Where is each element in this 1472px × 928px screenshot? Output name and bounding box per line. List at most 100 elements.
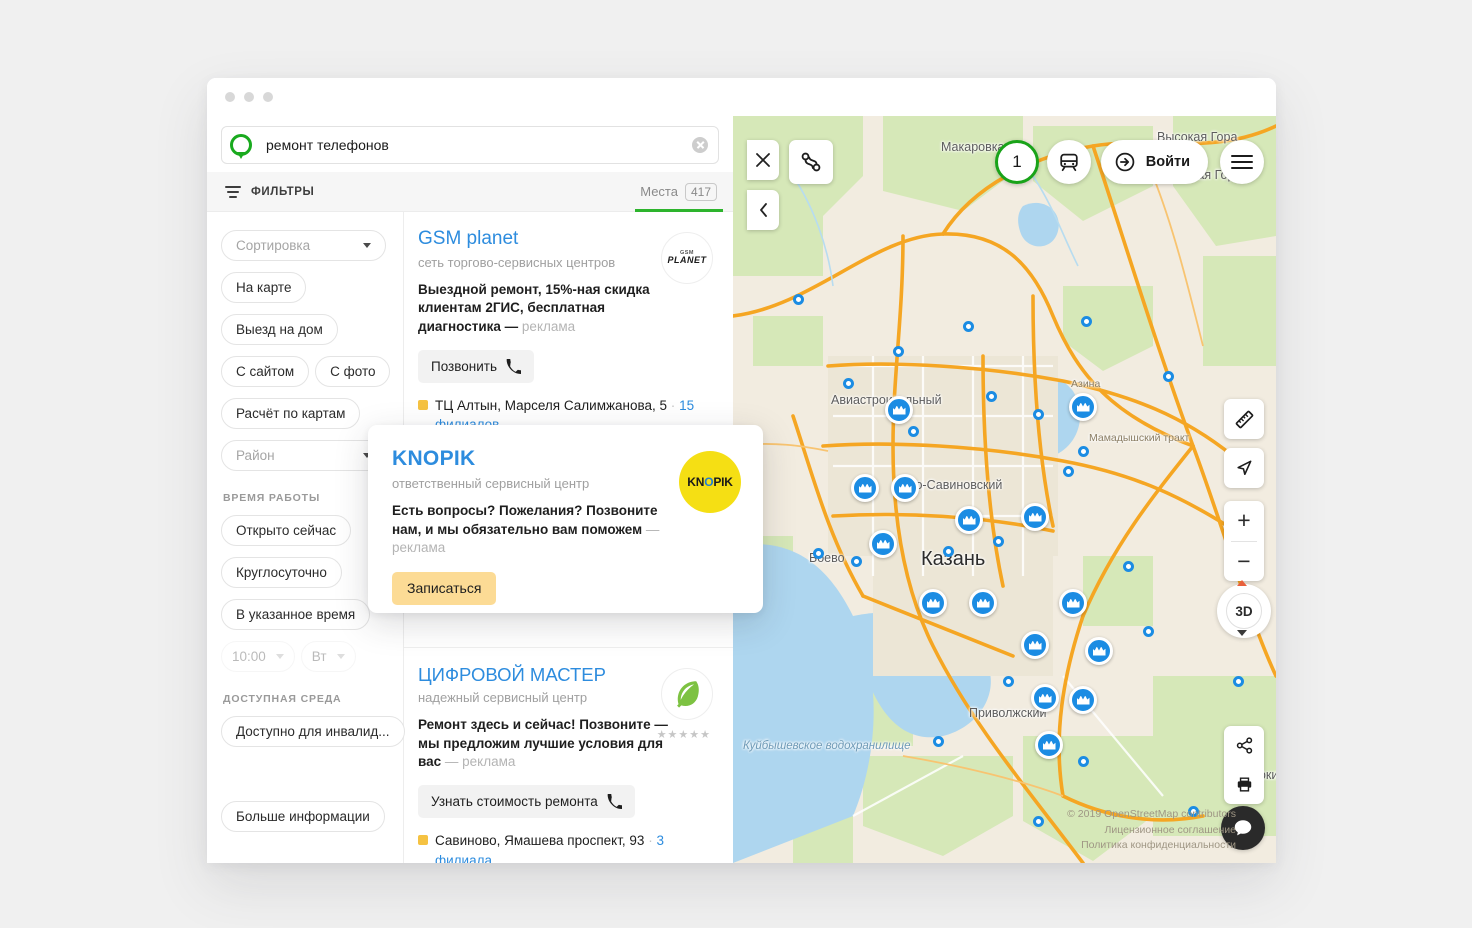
map-pin[interactable] [1085,637,1113,665]
call-button[interactable]: Позвонить [418,349,534,383]
filter-chip-specific-time[interactable]: В указанное время [221,599,371,630]
zoom-out-button[interactable]: − [1224,542,1264,582]
zoom-controls[interactable]: + − [1224,501,1264,581]
map-area[interactable]: МакаровкаВысокая ГораВысокая ГораАвиастр… [733,116,1276,863]
search-bar[interactable]: ремонт телефонов [221,126,719,164]
attribution-line[interactable]: © 2019 OpenStreetMap contributors [1067,807,1236,822]
map-label: Макаровка [941,140,1005,154]
tilt-down-icon[interactable] [1237,630,1247,636]
filter-chip-accessible[interactable]: Доступно для инвалид... [221,716,405,747]
transit-button[interactable] [1047,140,1091,184]
ruler-icon [1235,410,1253,428]
map-dot-pin[interactable] [1078,756,1089,767]
district-select-label: Район [236,448,275,463]
filters-toggle[interactable]: ФИЛЬТРЫ [225,185,314,198]
map-dot-pin[interactable] [843,378,854,389]
tab-places[interactable]: Места 417 [640,182,723,201]
zoom-in-button[interactable]: + [1224,501,1264,541]
address-marker-icon [418,399,428,410]
result-address[interactable]: Савиново, Ямашева проспект, 93 [435,833,644,848]
map-attribution: © 2019 OpenStreetMap contributors Лицензи… [1067,807,1236,853]
map-dot-pin[interactable] [1081,316,1092,327]
crown-icon [1043,741,1056,750]
time-select[interactable]: 10:00 [221,641,295,672]
more-info-button[interactable]: Больше информации [221,801,385,832]
3d-mode-button[interactable]: 3D [1226,593,1262,629]
print-button[interactable] [1235,765,1254,804]
filter-chip-home-visit[interactable]: Выезд на дом [221,314,338,345]
share-button[interactable] [1235,726,1254,765]
map-dot-pin[interactable] [943,546,954,557]
filter-chip-card-payment[interactable]: Расчёт по картам [221,398,361,429]
attribution-line[interactable]: Политика конфиденциальности [1067,838,1236,853]
map-dot-pin[interactable] [1163,371,1174,382]
attribution-line[interactable]: Лицензионное соглашение [1067,823,1236,838]
map-dot-pin[interactable] [963,321,974,332]
map-pin[interactable] [1069,393,1097,421]
map-dot-pin[interactable] [793,294,804,305]
map-pin[interactable] [1069,686,1097,714]
map-pin[interactable] [869,530,897,558]
knopik-book-button[interactable]: Записаться [392,572,497,606]
filter-chip-open-now[interactable]: Открыто сейчас [221,515,352,546]
chevron-down-icon [336,654,345,659]
day-select[interactable]: Вт [300,641,356,672]
map-pin[interactable] [919,589,947,617]
map-pin[interactable] [885,396,913,424]
knopik-promo-card[interactable]: KNOPIK ответственный сервисный центр Ест… [368,425,763,613]
map-pin[interactable] [1059,589,1087,617]
ad-tag: — реклама [444,754,516,770]
search-input[interactable]: ремонт телефонов [266,137,692,153]
map-dot-pin[interactable] [893,346,904,357]
map-dot-pin[interactable] [1233,676,1244,687]
map-dot-pin[interactable] [908,426,919,437]
window-close-dot[interactable] [225,92,235,102]
filter-chip-24h[interactable]: Круглосуточно [221,557,342,588]
map-dot-pin[interactable] [1033,816,1044,827]
map-dot-pin[interactable] [933,736,944,747]
price-button[interactable]: Узнать стоимость ремонта [418,784,635,818]
filter-chip-with-site[interactable]: С сайтом [221,356,310,387]
measure-button[interactable] [1224,399,1264,439]
map-dot-pin[interactable] [1078,446,1089,457]
map-label: Азина [1071,378,1101,390]
day-select-value: Вт [311,649,327,664]
result-card-cifrovoy-master[interactable]: ЦИФРОВОЙ МАСТЕР надежный сервисный центр… [404,646,733,863]
result-rating: ★★★★★ [656,728,711,741]
map-dot-pin[interactable] [1033,409,1044,420]
route-button[interactable] [789,140,833,184]
clear-icon[interactable] [692,137,708,153]
map-dot-pin[interactable] [813,548,824,559]
locate-button[interactable] [1224,448,1264,488]
map-dot-pin[interactable] [986,391,997,402]
collapse-panel-button[interactable] [747,190,779,230]
map-pin[interactable] [1031,684,1059,712]
login-button[interactable]: Войти [1100,140,1208,184]
map-pin[interactable] [969,589,997,617]
window-minimize-dot[interactable] [244,92,254,102]
district-select[interactable]: Район [221,440,386,471]
map-pin[interactable] [1021,631,1049,659]
share-print-controls[interactable] [1224,726,1264,804]
tilt-up-icon[interactable] [1237,580,1247,586]
map-pin[interactable] [1021,503,1049,531]
filter-chip-on-map[interactable]: На карте [221,272,307,303]
map-dot-pin[interactable] [1003,676,1014,687]
map-dot-pin[interactable] [1143,626,1154,637]
menu-button[interactable] [1220,140,1264,184]
window-maximize-dot[interactable] [263,92,273,102]
close-panel-button[interactable] [747,140,779,180]
price-button-label: Узнать стоимость ремонта [431,793,598,809]
map-pin[interactable] [891,474,919,502]
filter-chip-with-photo[interactable]: С фото [315,356,391,387]
map-dot-pin[interactable] [1063,466,1074,477]
map-pin[interactable] [955,506,983,534]
map-pin[interactable] [851,474,879,502]
notifications-badge[interactable]: 1 [995,140,1039,184]
map-pin[interactable] [1035,731,1063,759]
map-dot-pin[interactable] [993,536,1004,547]
map-dot-pin[interactable] [851,556,862,567]
sort-select[interactable]: Сортировка [221,230,386,261]
result-address[interactable]: ТЦ Алтын, Марселя Салимжанова, 5 [435,398,667,413]
map-dot-pin[interactable] [1123,561,1134,572]
